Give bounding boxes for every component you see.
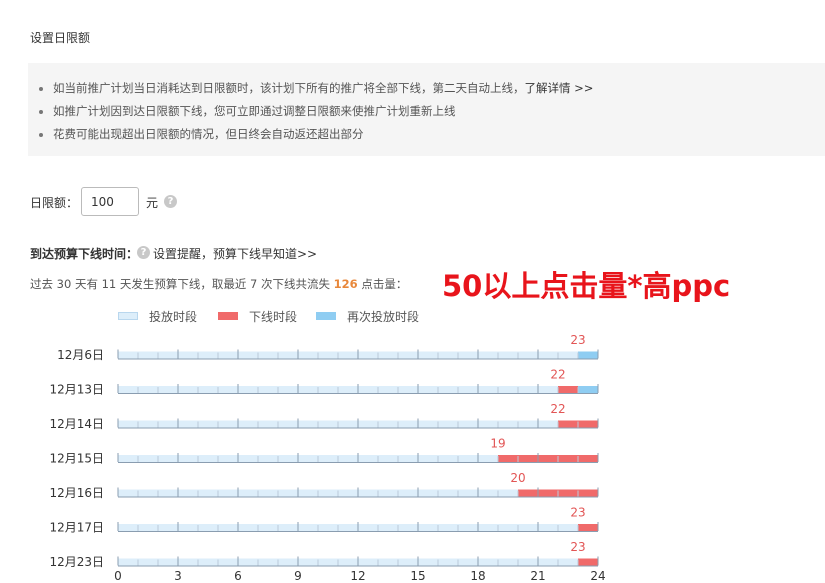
x-tick-label: 21: [530, 569, 545, 583]
data-label: 23: [570, 333, 585, 347]
x-tick-label: 6: [234, 569, 242, 583]
category-label: 12月16日: [49, 486, 104, 500]
category-label: 12月14日: [49, 417, 104, 431]
x-tick-label: 12: [350, 569, 365, 583]
category-label: 12月15日: [49, 452, 104, 466]
offline-bar: [578, 524, 598, 531]
x-tick-label: 18: [470, 569, 485, 583]
running-bar: [118, 455, 498, 462]
x-tick-label: 0: [114, 569, 122, 583]
offline-bar: [558, 386, 578, 393]
reonline-bar: [578, 386, 598, 393]
x-tick-label: 3: [174, 569, 182, 583]
data-label: 20: [510, 471, 525, 485]
data-label: 23: [570, 540, 585, 554]
data-label: 22: [550, 402, 565, 416]
offline-bar: [578, 558, 598, 566]
x-tick-label: 24: [590, 569, 605, 583]
category-label: 12月13日: [49, 383, 104, 397]
data-label: 19: [490, 437, 505, 451]
category-label: 12月17日: [49, 521, 104, 535]
data-label: 22: [550, 368, 565, 382]
reonline-bar: [578, 351, 598, 359]
offline-timeline-chart: 12月6日 23 12月13日 22 12月14日 22 12月15日 19 12月16日 20 1…: [49, 333, 605, 583]
x-tick-label: 15: [410, 569, 425, 583]
running-bar: [118, 558, 578, 566]
category-label: 12月23日: [49, 555, 104, 569]
x-tick-label: 9: [294, 569, 302, 583]
category-label: 12月6日: [57, 348, 104, 362]
offline-bar: [498, 455, 598, 462]
running-bar: [118, 524, 578, 531]
running-bar: [118, 351, 578, 359]
data-label: 23: [570, 506, 585, 520]
